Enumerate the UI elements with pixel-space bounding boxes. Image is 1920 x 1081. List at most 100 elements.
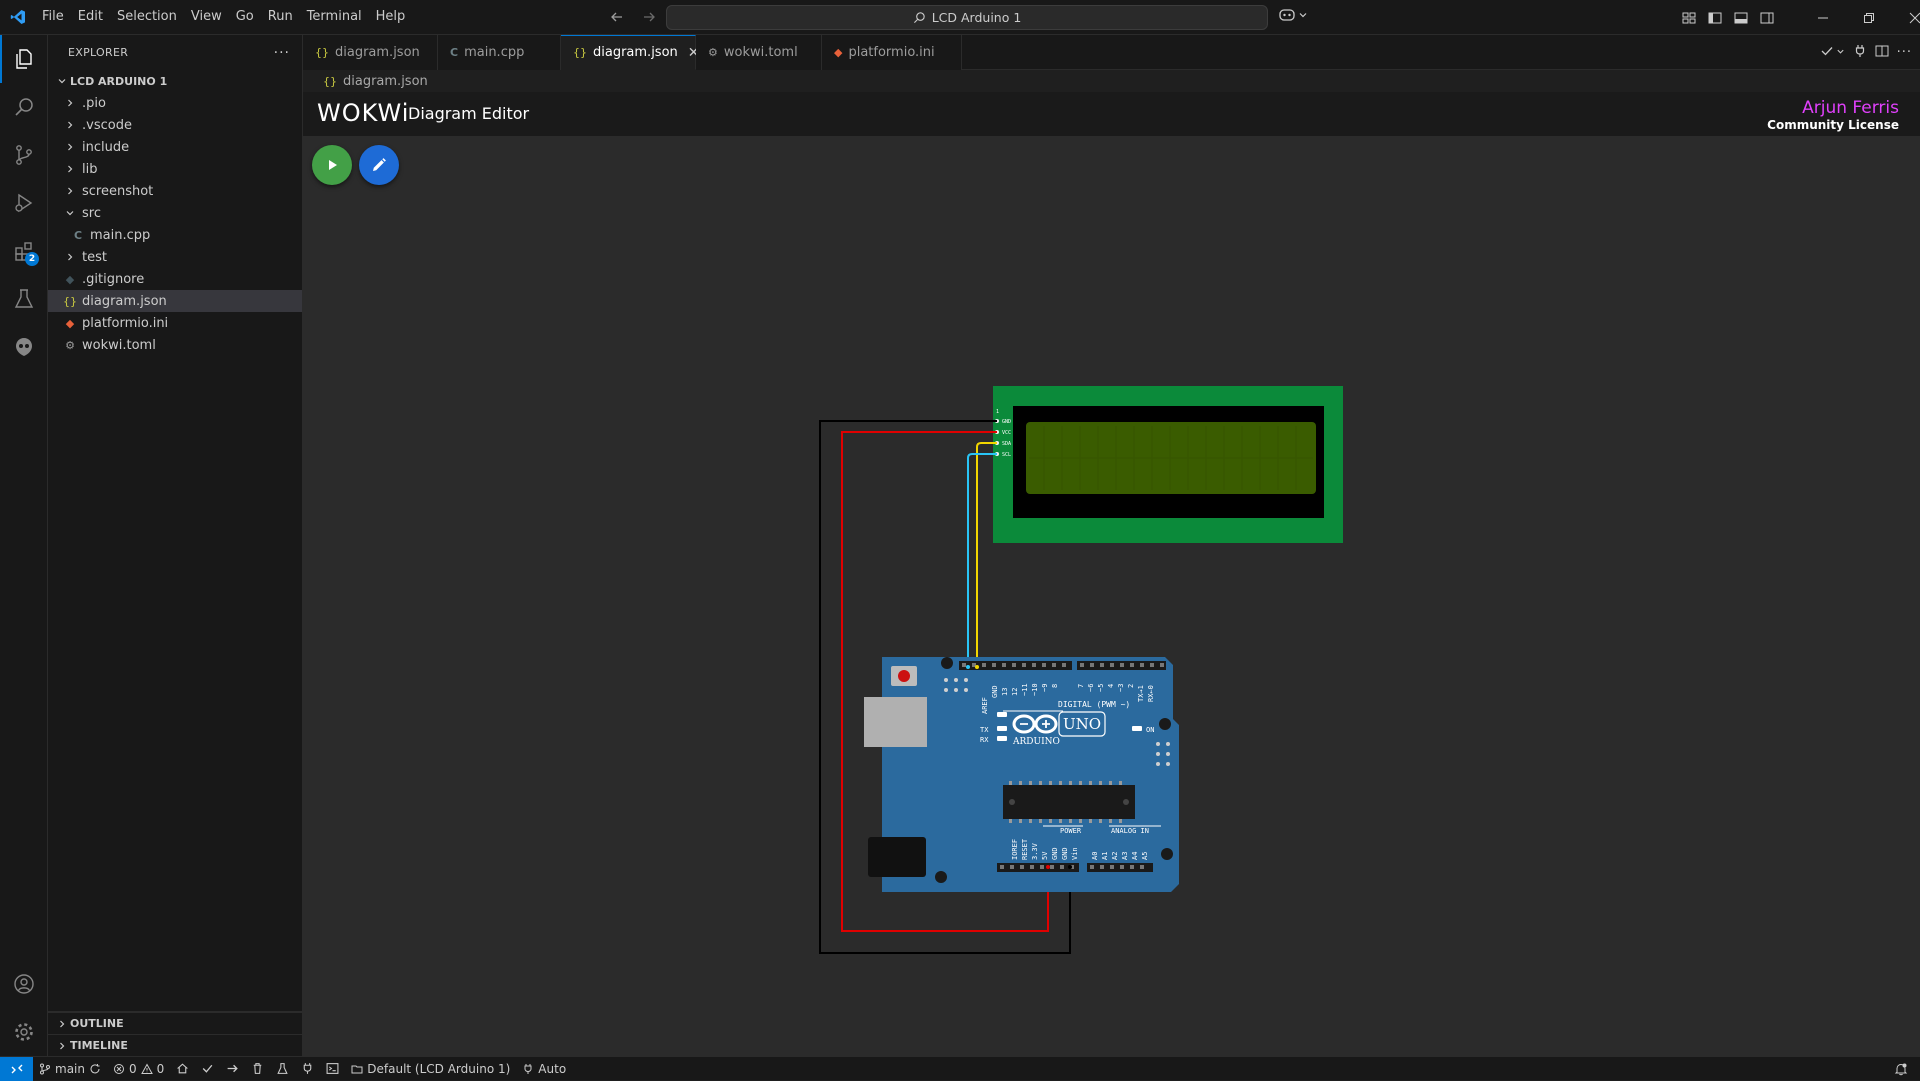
project-folder-header[interactable]: LCD ARDUINO 1 xyxy=(48,70,302,92)
tree-item-test[interactable]: test xyxy=(48,246,302,268)
split-editor-icon[interactable] xyxy=(1875,44,1889,62)
manage-gear-icon[interactable] xyxy=(0,1008,48,1056)
project-environment-status[interactable]: Default (LCD Arduino 1) xyxy=(345,1057,516,1081)
tab-main-cpp[interactable]: C main.cpp xyxy=(438,35,561,70)
timeline-section[interactable]: TIMELINE xyxy=(48,1034,303,1056)
chevron-right-icon xyxy=(62,95,78,111)
tree-item-screenshot[interactable]: screenshot xyxy=(48,180,302,202)
pio-home-icon[interactable] xyxy=(170,1057,195,1081)
pin-label: A5 xyxy=(1141,852,1149,860)
command-center-search[interactable]: LCD Arduino 1 xyxy=(666,5,1268,30)
pio-test-icon[interactable] xyxy=(270,1057,295,1081)
wire-end-scl xyxy=(966,665,970,669)
diagram-canvas[interactable]: 1 GND VCC SDA SCL AREF GND 13 12 ~11 ~10… xyxy=(303,136,1920,1056)
tree-item-diagram-json[interactable]: {} diagram.json xyxy=(48,290,302,312)
check-icon[interactable] xyxy=(1820,44,1834,62)
wokwi-title: Diagram Editor xyxy=(408,104,530,123)
digital-label: DIGITAL (PWM ~) xyxy=(1058,700,1130,709)
cpp-file-icon: C xyxy=(450,46,459,59)
tree-item-gitignore[interactable]: ◆ .gitignore xyxy=(48,268,302,290)
pio-build-icon[interactable] xyxy=(195,1057,220,1081)
search-icon xyxy=(913,12,925,24)
tree-item-lib[interactable]: lib xyxy=(48,158,302,180)
menu-run[interactable]: Run xyxy=(261,5,300,29)
port-label: Auto xyxy=(538,1061,567,1076)
explorer-icon[interactable] xyxy=(0,35,48,83)
menu-view[interactable]: View xyxy=(184,5,229,29)
problems-status[interactable]: 0 0 xyxy=(107,1057,170,1081)
title-bar: File Edit Selection View Go Run Terminal… xyxy=(0,0,1920,35)
pin-label: 13 xyxy=(1001,688,1009,696)
run-debug-icon[interactable] xyxy=(0,179,48,227)
tab-diagram-json-active[interactable]: {} diagram.json ✕ xyxy=(561,35,700,70)
tree-item-vscode[interactable]: .vscode xyxy=(48,114,302,136)
tree-item-main-cpp[interactable]: Cmain.cpp xyxy=(48,224,302,246)
power-header xyxy=(997,863,1079,872)
pio-upload-icon[interactable] xyxy=(220,1057,245,1081)
tab-diagram-json-1[interactable]: {} diagram.json xyxy=(303,35,438,70)
wire-end-sda xyxy=(975,665,979,669)
tab-platformio-ini[interactable]: ◆ platformio.ini xyxy=(822,35,962,70)
chevron-down-icon[interactable] xyxy=(1836,45,1845,60)
breadcrumb-item[interactable]: diagram.json xyxy=(343,74,428,89)
branch-status[interactable]: main xyxy=(33,1057,107,1081)
json-file-icon: {} xyxy=(323,74,337,88)
tree-item-pio[interactable]: .pio xyxy=(48,92,302,114)
menu-file[interactable]: File xyxy=(35,5,71,29)
pin-label: A2 xyxy=(1111,852,1119,860)
pio-serial-monitor-icon[interactable] xyxy=(295,1057,320,1081)
notifications-bell-icon[interactable] xyxy=(1894,1057,1908,1081)
menu-terminal[interactable]: Terminal xyxy=(300,5,369,29)
tab-wokwi-toml[interactable]: ⚙ wokwi.toml xyxy=(696,35,822,70)
gear-file-icon: ⚙ xyxy=(65,338,75,352)
chevron-right-icon xyxy=(54,1016,70,1032)
restore-icon[interactable] xyxy=(1846,0,1892,35)
back-arrow-icon[interactable] xyxy=(606,6,628,28)
search-icon[interactable] xyxy=(0,83,48,131)
lcd-display[interactable]: 1 GND VCC SDA SCL xyxy=(993,386,1343,543)
menu-help[interactable]: Help xyxy=(369,5,413,29)
menu-go[interactable]: Go xyxy=(229,5,261,29)
reset-button[interactable] xyxy=(898,670,910,682)
extensions-badge: 2 xyxy=(25,252,39,266)
tree-item-include[interactable]: include xyxy=(48,136,302,158)
pio-terminal-icon[interactable] xyxy=(320,1057,345,1081)
port-status[interactable]: Auto xyxy=(516,1057,572,1081)
accounts-icon[interactable] xyxy=(0,960,48,1008)
testing-icon[interactable] xyxy=(0,275,48,323)
pin-label: 8 xyxy=(1051,684,1059,688)
outline-section[interactable]: OUTLINE xyxy=(48,1012,303,1034)
menu-edit[interactable]: Edit xyxy=(71,5,110,29)
more-actions-icon[interactable]: ··· xyxy=(1897,45,1912,60)
copilot-menu-button[interactable] xyxy=(1278,7,1308,23)
toggle-secondary-sidebar-icon[interactable] xyxy=(1754,0,1780,35)
customize-layout-icon[interactable] xyxy=(1676,0,1702,35)
pin-label: GND xyxy=(1061,847,1069,860)
more-actions-icon[interactable]: ··· xyxy=(274,45,290,61)
remote-indicator-icon[interactable] xyxy=(0,1056,33,1081)
tree-item-label: platformio.ini xyxy=(82,315,169,331)
mounting-hole xyxy=(1161,848,1173,860)
tree-item-platformio-ini[interactable]: ◆ platformio.ini xyxy=(48,312,302,334)
arduino-uno-board[interactable]: AREF GND 13 12 ~11 ~10 ~9 8 7 ~6 ~5 4 ~3… xyxy=(864,657,1179,892)
tree-item-src[interactable]: src xyxy=(48,202,302,224)
outline-label: OUTLINE xyxy=(70,1017,124,1030)
close-window-icon[interactable] xyxy=(1892,0,1920,35)
minimize-icon[interactable] xyxy=(1800,0,1846,35)
warning-icon xyxy=(140,1062,153,1074)
plug-icon[interactable] xyxy=(1853,44,1867,62)
command-center-label: LCD Arduino 1 xyxy=(931,10,1022,25)
pio-clean-icon[interactable] xyxy=(245,1057,270,1081)
pin-label: AREF xyxy=(981,697,989,714)
tree-item-wokwi-toml[interactable]: ⚙ wokwi.toml xyxy=(48,334,302,356)
source-control-icon[interactable] xyxy=(0,131,48,179)
menu-selection[interactable]: Selection xyxy=(110,5,184,29)
toggle-panel-icon[interactable] xyxy=(1728,0,1754,35)
toggle-primary-sidebar-icon[interactable] xyxy=(1702,0,1728,35)
forward-arrow-icon[interactable] xyxy=(638,6,660,28)
wire-scl[interactable] xyxy=(967,453,997,669)
extensions-icon[interactable]: 2 xyxy=(0,227,48,275)
lcd-pin-label: VCC xyxy=(1002,430,1011,436)
lcd-pin-label: SDA xyxy=(1002,441,1011,447)
platformio-icon[interactable] xyxy=(0,323,48,371)
